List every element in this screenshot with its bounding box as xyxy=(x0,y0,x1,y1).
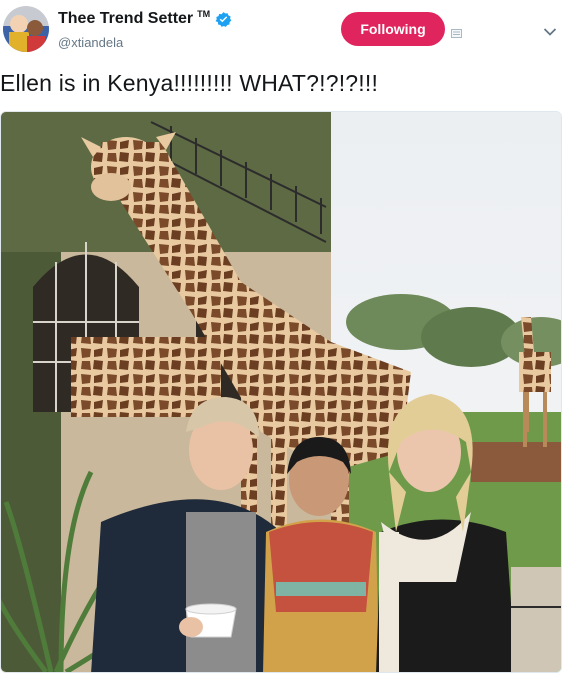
handle[interactable]: @xtiandela xyxy=(58,35,123,50)
tweet-photo[interactable] xyxy=(0,111,562,673)
trademark-label: TM xyxy=(197,9,211,19)
block-icon[interactable] xyxy=(451,25,462,38)
following-button[interactable]: Following xyxy=(341,12,445,46)
verified-badge-icon xyxy=(215,11,232,28)
avatar[interactable] xyxy=(3,6,49,52)
chevron-down-icon[interactable] xyxy=(543,24,557,36)
display-name[interactable]: Thee Trend Setter TM xyxy=(58,9,232,28)
tweet-text: Ellen is in Kenya!!!!!!!!! WHAT?!?!?!!! xyxy=(0,70,379,96)
display-name-text[interactable]: Thee Trend Setter xyxy=(58,10,193,28)
